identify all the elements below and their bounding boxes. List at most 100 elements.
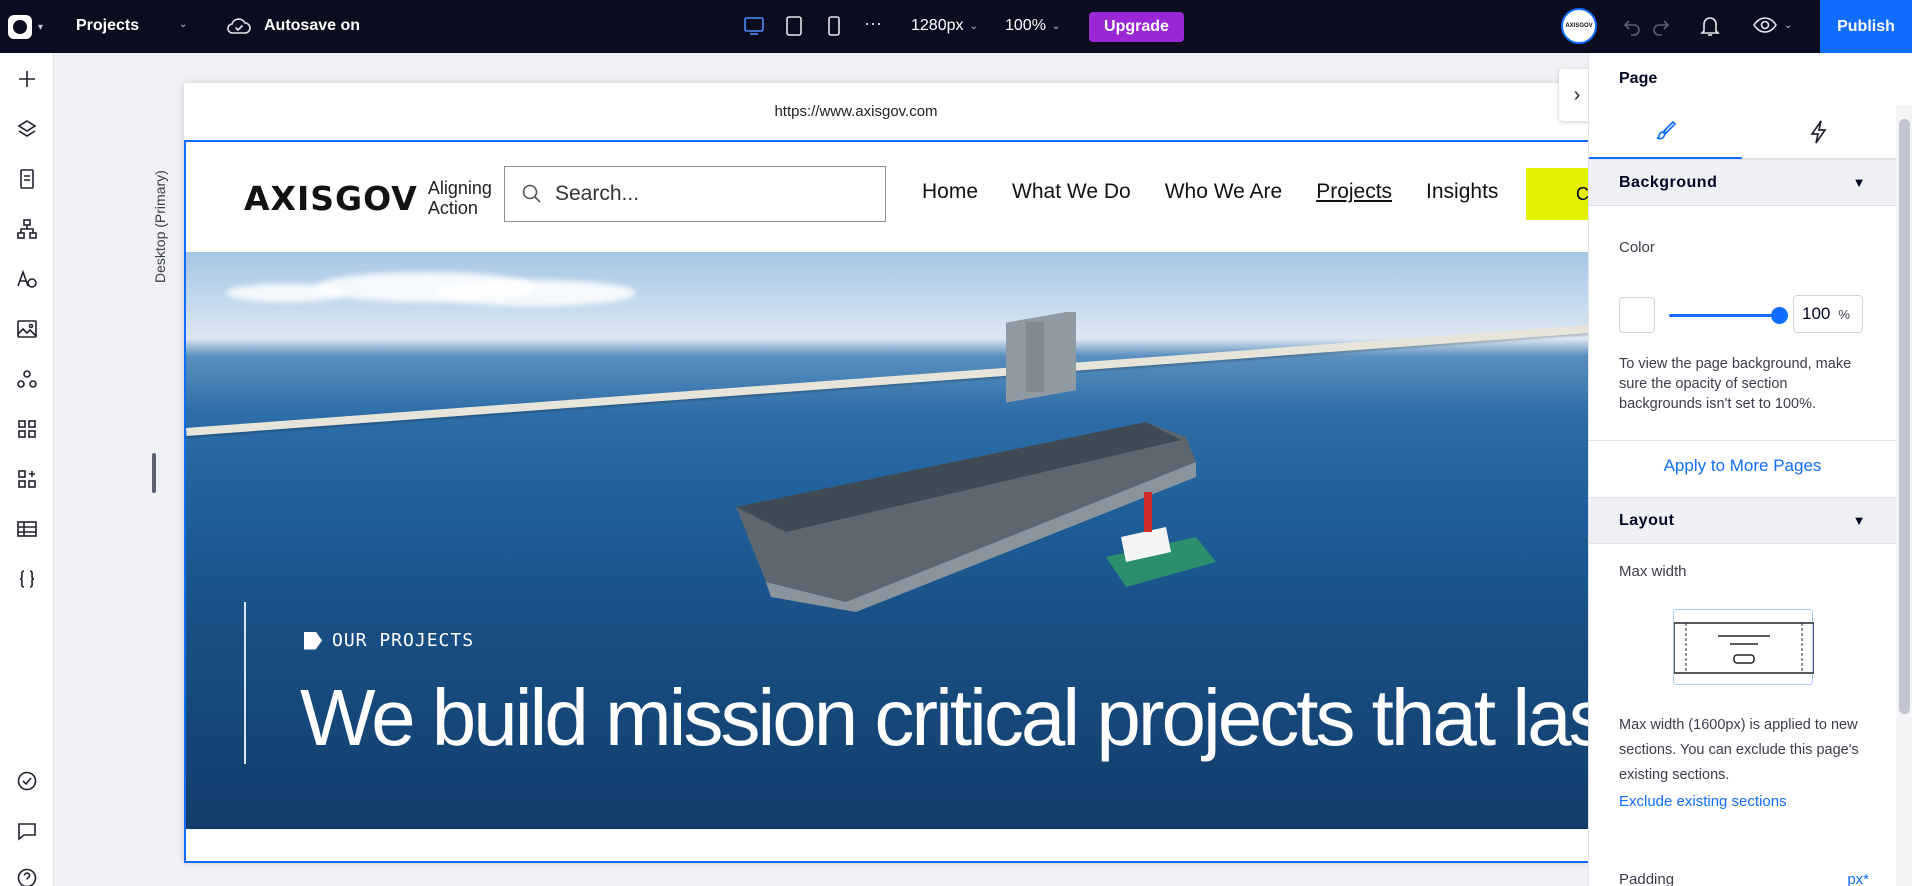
nav-insights[interactable]: Insights [1426,180,1498,204]
mobile-view-button[interactable] [826,15,842,42]
site-checklist-button[interactable] [8,762,46,800]
code-button[interactable] [8,560,46,598]
tab-interactions[interactable] [1742,105,1895,159]
hero-section[interactable]: OUR PROJECTS We build mission critical p… [186,252,1588,829]
background-color-swatch[interactable] [1619,297,1655,333]
nav-what-we-do[interactable]: What We Do [1012,180,1131,204]
typography-icon [17,269,37,288]
max-width-label: Max width [1619,563,1687,580]
inspector-panel: Page Background ▼ Color 100 % To view th… [1588,53,1912,886]
inspector-scrollbar[interactable] [1896,105,1912,886]
cloud [436,280,636,306]
site-preview[interactable]: AXISGOV Aligning Action Home What We Do … [184,140,1588,863]
paintbrush-icon [1656,120,1676,140]
notifications-button[interactable] [1699,14,1721,43]
autosave-label: Autosave on [264,17,361,34]
padding-unit-dropdown[interactable]: px* [1847,871,1869,886]
nav-who-we-are[interactable]: Who We Are [1165,180,1283,204]
components-button[interactable] [8,360,46,398]
editor-logo-menu[interactable]: ▾ [8,14,52,40]
apply-to-more-pages-link[interactable]: Apply to More Pages [1589,456,1896,476]
avatar-label: AXISGOV [1565,23,1593,29]
hero-eyebrow: OUR PROJECTS [304,630,474,651]
canvas-width-dropdown[interactable]: 1280px ⌄ [911,17,978,35]
upgrade-button[interactable]: Upgrade [1089,12,1184,42]
site-search-input[interactable] [555,182,855,206]
layout-section-header[interactable]: Layout ▼ [1589,497,1896,544]
page-frame: https://www.axisgov.com AXISGOV Aligning… [184,83,1588,863]
integrations-button[interactable] [8,460,46,498]
collapse-inspector-button[interactable]: › [1559,69,1588,121]
opacity-slider[interactable] [1669,314,1777,317]
plus-icon [19,71,35,87]
hero-accent-line [244,602,246,764]
background-note: To view the page background, make sure t… [1619,356,1852,412]
opacity-input[interactable]: 100 % [1793,295,1863,333]
theme-button[interactable] [8,260,46,298]
layout-section-title: Layout [1619,511,1675,529]
chevron-down-icon: ⌄ [1051,20,1061,32]
inspector-scroll-thumb[interactable] [1899,119,1910,714]
tablet-view-button[interactable] [785,15,803,42]
nav-projects[interactable]: Projects [1316,180,1392,204]
caret-down-icon: ▼ [1852,175,1866,190]
desktop-view-button[interactable] [743,15,765,42]
chevron-down-icon: ▾ [38,21,44,33]
chevron-down-icon: ⌄ [969,20,978,32]
chevron-down-icon: ⌄ [1784,19,1793,31]
tag-icon [304,631,322,650]
preview-button[interactable]: ⌄ [1752,15,1792,35]
zoom-dropdown[interactable]: 100% ⌄ [1005,17,1060,35]
image-icon [17,320,37,338]
background-section-header[interactable]: Background ▼ [1589,159,1896,206]
brand-tagline-line2: Action [427,198,478,218]
add-elements-button[interactable] [8,60,46,98]
layers-button[interactable] [8,110,46,148]
opacity-value: 100 [1802,304,1831,323]
sitemap-icon [17,219,37,239]
apps-button[interactable] [8,410,46,448]
breakpoint-label: Desktop (Primary) [152,170,168,283]
lightning-icon [1809,120,1827,144]
site-header[interactable]: AXISGOV Aligning Action Home What We Do … [186,142,1588,252]
nav-home[interactable]: Home [922,180,978,204]
site-avatar[interactable]: AXISGOV [1561,8,1597,44]
pages-button[interactable] [8,160,46,198]
inspector-tabs [1589,105,1896,159]
canvas-scroll-handle[interactable] [152,453,156,493]
padding-label: Padding [1619,871,1675,886]
tab-design[interactable] [1589,105,1742,159]
more-icon: ··· [864,13,882,33]
header-cta-button[interactable]: C [1526,168,1588,220]
site-search[interactable] [504,166,886,222]
editor-canvas[interactable]: Desktop (Primary) https://www.axisgov.co… [54,53,1588,886]
cloud-check-icon [227,18,251,34]
padding-row: Padding px* [1619,871,1869,886]
site-structure-button[interactable] [8,210,46,248]
autosave-status[interactable]: Autosave on [226,16,360,36]
publish-button[interactable]: Publish [1820,0,1912,53]
exclude-existing-sections-link[interactable]: Exclude existing sections [1619,793,1787,810]
zoom-value: 100% [1005,17,1046,34]
help-icon [17,868,37,886]
desktop-icon [744,17,764,35]
redo-icon [1653,20,1670,36]
site-pages-dropdown[interactable]: Projects ⌄ [76,17,196,37]
opacity-slider-handle[interactable] [1771,307,1788,324]
bell-icon [1700,17,1720,36]
chevron-right-icon: › [1573,83,1581,106]
undo-button[interactable] [1621,15,1643,42]
max-width-preview[interactable] [1673,609,1815,685]
chevron-down-icon: ⌄ [179,19,188,30]
divider [1589,440,1896,441]
site-logo[interactable]: AXISGOV Aligning Action [244,178,492,218]
editor-topbar: ▾ Projects ⌄ Autosave on ··· 1280px ⌄ 10… [0,0,1912,53]
redo-button[interactable] [1650,15,1672,42]
more-breakpoints-button[interactable]: ··· [864,13,882,34]
cms-button[interactable] [8,510,46,548]
comments-button[interactable] [8,812,46,850]
site-nav: Home What We Do Who We Are Projects Insi… [922,180,1498,204]
media-button[interactable] [8,310,46,348]
help-button[interactable] [8,859,46,886]
cloud [226,284,346,302]
